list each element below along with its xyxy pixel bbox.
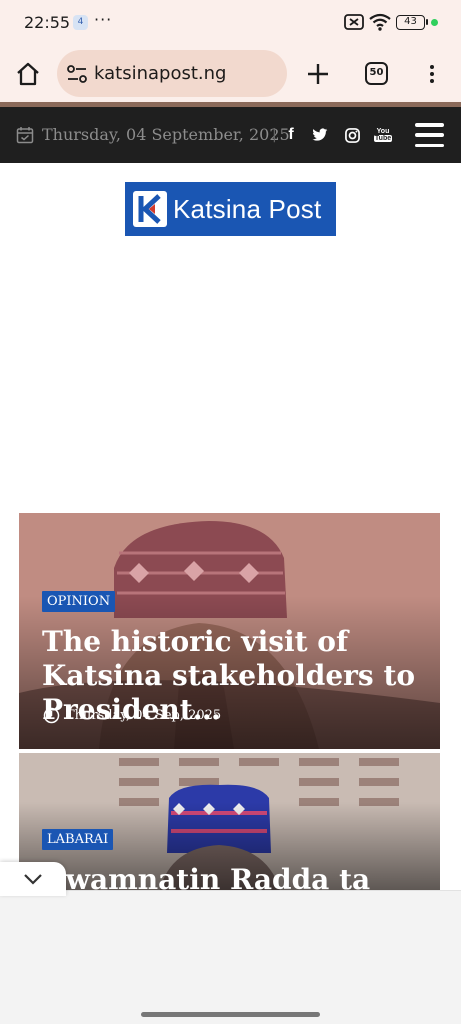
gesture-navigation-bar[interactable] bbox=[141, 1012, 320, 1017]
menu-dot bbox=[430, 72, 434, 76]
url-text[interactable]: katsinapost.ng bbox=[94, 63, 226, 84]
status-time: 22:55 bbox=[24, 13, 71, 32]
new-tab-button[interactable] bbox=[302, 58, 334, 90]
home-button[interactable] bbox=[12, 58, 44, 90]
category-badge[interactable]: LABARAI bbox=[42, 829, 114, 850]
status-bar: 22:55 4 ··· 43 bbox=[0, 0, 461, 46]
twitter-icon[interactable] bbox=[311, 126, 329, 144]
menu-dot bbox=[430, 65, 434, 69]
current-date: Thursday, 04 September, 2025 bbox=[42, 125, 290, 144]
article-card[interactable]: LABARAI Gwamnatin Radda ta kashe bbox=[19, 753, 440, 893]
address-bar[interactable]: katsinapost.ng bbox=[57, 50, 287, 97]
home-icon bbox=[17, 62, 39, 86]
youtube-label-top: You bbox=[376, 128, 390, 135]
wifi-icon bbox=[369, 13, 391, 31]
hamburger-line bbox=[415, 133, 444, 137]
logo-k-icon bbox=[133, 191, 167, 227]
collapse-ad-button[interactable] bbox=[0, 862, 66, 896]
article-date: Thursday, 04 Sep, 2025 bbox=[66, 708, 222, 723]
hamburger-line bbox=[415, 123, 444, 127]
menu-dot bbox=[430, 79, 434, 83]
privacy-indicator-dot bbox=[431, 19, 438, 26]
instagram-icon[interactable] bbox=[344, 126, 360, 144]
site-menu-button[interactable] bbox=[415, 123, 444, 147]
article-meta: Thursday, 04 Sep, 2025 bbox=[43, 707, 221, 724]
plus-icon bbox=[308, 64, 328, 84]
browser-toolbar: katsinapost.ng 50 bbox=[0, 46, 461, 102]
tab-switcher-button[interactable]: 50 bbox=[365, 62, 388, 85]
bottom-ad-banner[interactable] bbox=[0, 890, 461, 1024]
site-logo[interactable]: Katsina Post bbox=[125, 182, 336, 236]
calendar-icon bbox=[16, 127, 34, 144]
site-top-bar: Thursday, 04 September, 2025 | f You Tub… bbox=[0, 107, 461, 163]
battery-indicator: 43 bbox=[396, 15, 428, 30]
youtube-icon[interactable]: You Tube bbox=[373, 126, 393, 144]
facebook-icon[interactable]: f bbox=[284, 126, 298, 144]
category-badge[interactable]: OPINION bbox=[42, 591, 116, 612]
youtube-label-bottom: Tube bbox=[373, 135, 393, 142]
logo-text: Katsina Post bbox=[173, 193, 322, 224]
more-notifications-icon: ··· bbox=[94, 10, 113, 29]
notification-badge: 4 bbox=[73, 15, 88, 30]
hamburger-line bbox=[415, 143, 444, 147]
site-settings-icon[interactable] bbox=[66, 63, 88, 85]
chevron-down-icon bbox=[24, 874, 42, 885]
article-title[interactable]: Gwamnatin Radda ta kashe bbox=[42, 863, 422, 893]
no-sim-icon bbox=[344, 14, 364, 30]
clock-icon bbox=[43, 707, 60, 724]
article-card[interactable]: OPINION The historic visit of Katsina st… bbox=[19, 513, 440, 749]
header-separator: | bbox=[272, 127, 277, 143]
overflow-menu-button[interactable] bbox=[420, 58, 444, 90]
